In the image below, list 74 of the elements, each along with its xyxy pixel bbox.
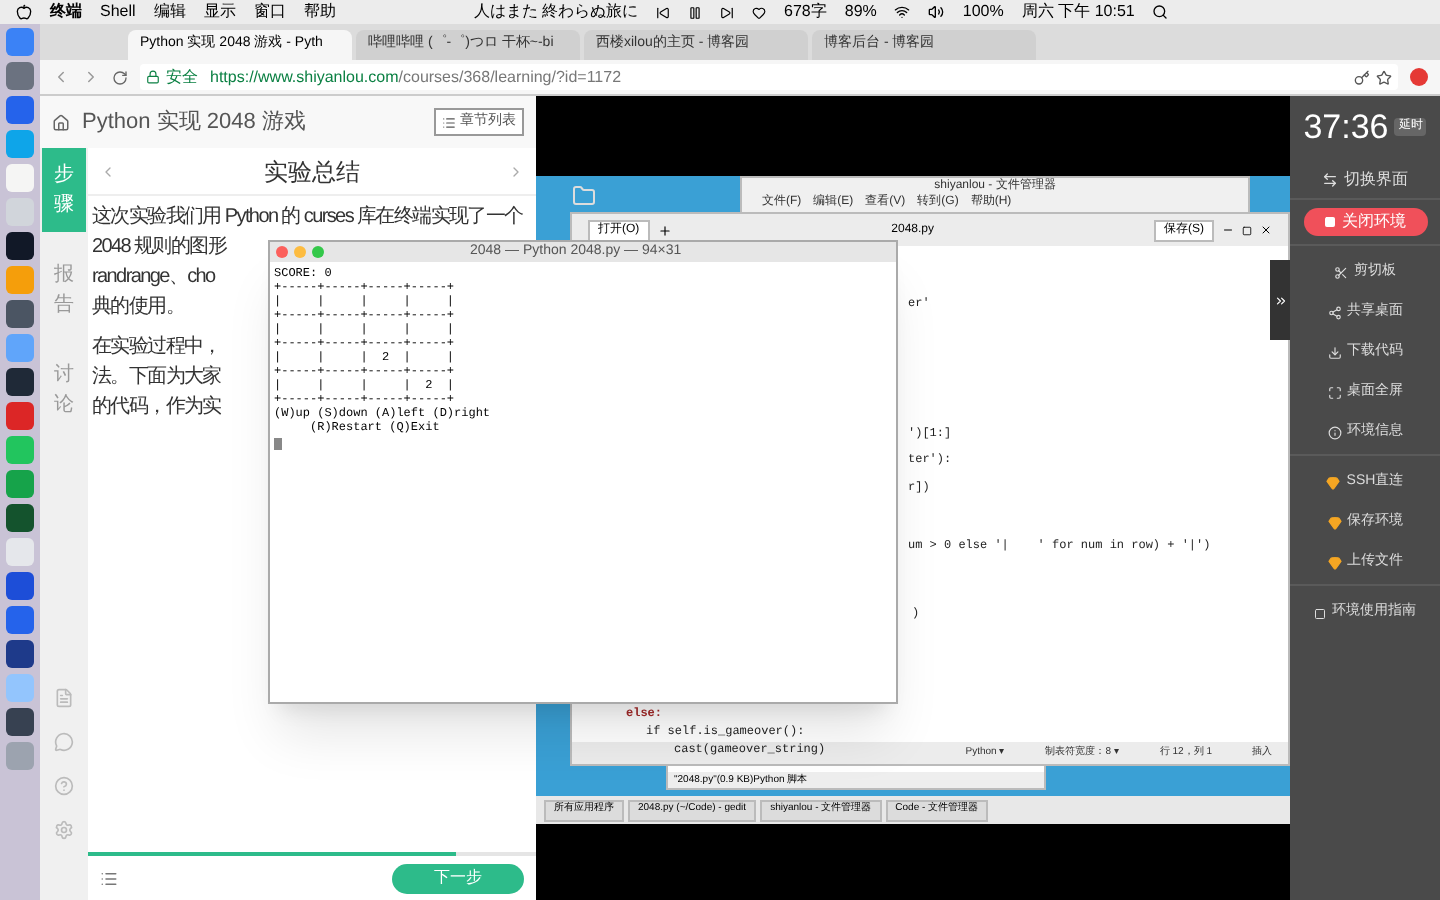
info-icon [1327, 426, 1341, 440]
battery-text: 89% [844, 0, 877, 24]
search-icon[interactable] [1152, 4, 1169, 20]
scissors-icon [1334, 266, 1348, 280]
chevron-icon [1273, 293, 1287, 307]
app-icon[interactable] [6, 368, 34, 396]
secure-label: 安全 [166, 65, 198, 89]
share-icon [1327, 306, 1341, 320]
paragraph-line: 这次实验我们用 Python 的 curses 库在终端实现了一个 [92, 203, 523, 232]
next-icon[interactable] [720, 5, 735, 19]
document-icon[interactable] [54, 688, 74, 708]
menu-item[interactable]: Shell [100, 0, 136, 24]
folder-icon[interactable] [572, 184, 596, 208]
app-icon[interactable] [6, 504, 34, 532]
close-environment-button[interactable]: 关闭环境 [1303, 207, 1427, 235]
paragraph-line: randrange、cho [92, 264, 215, 292]
home-icon[interactable] [52, 113, 70, 131]
back-icon[interactable] [52, 68, 70, 86]
new-tab-icon[interactable] [657, 223, 672, 237]
menu-item[interactable]: 帮助 [303, 0, 336, 24]
help-icon[interactable] [54, 776, 74, 796]
previous-icon[interactable] [656, 5, 671, 19]
app-icon[interactable] [6, 300, 34, 328]
gem-icon [1327, 556, 1341, 570]
battery-percent-text: 100% [962, 0, 1004, 24]
maximize-icon[interactable] [1242, 225, 1252, 235]
app-icon[interactable] [6, 708, 34, 736]
profile-avatar[interactable] [1410, 68, 1428, 86]
chat-icon[interactable] [54, 732, 74, 752]
list-icon [442, 115, 456, 129]
close-icon[interactable] [1260, 224, 1272, 236]
wifi-icon[interactable] [894, 4, 911, 20]
forward-icon[interactable] [82, 68, 100, 86]
square-icon [1314, 607, 1326, 619]
now-playing-text: 人はまた 終わらぬ旅に [473, 0, 639, 24]
address-field[interactable]: 安全 https://www.shiyanlou.com/courses/368/learning/?id=1172 [140, 64, 1398, 90]
menu-item[interactable]: 窗口 [253, 0, 286, 24]
heart-icon[interactable] [752, 5, 767, 19]
download-icon [1327, 346, 1341, 360]
settings-icon[interactable] [54, 820, 74, 840]
next-step-icon[interactable] [508, 163, 524, 179]
paragraph-line: 法。下面为大家 [92, 363, 221, 392]
paragraph-line: 在实验过程中， [92, 333, 221, 362]
menu-item[interactable]: 编辑 [153, 0, 186, 24]
clock-text[interactable]: 周六 下午 10:51 [1021, 0, 1135, 24]
timer-text: 37:36 [1303, 106, 1389, 150]
paragraph-line: 典的使用。 [92, 293, 185, 322]
reload-icon[interactable] [112, 69, 128, 85]
paragraph-line: 2048 规则的图形 [92, 234, 227, 262]
menu-item[interactable]: 终端 [50, 0, 82, 24]
app-icon[interactable] [6, 232, 34, 260]
app-icon[interactable] [6, 640, 34, 668]
switch-view-button[interactable]: 切换界面 [1322, 161, 1408, 197]
cursor-block [274, 438, 282, 450]
minimize-icon[interactable] [1222, 224, 1234, 236]
step-title: 实验总结 [262, 155, 362, 189]
star-icon[interactable] [1376, 69, 1392, 85]
stop-icon [1324, 215, 1336, 227]
url-text: https://www.shiyanlou.com/courses/368/learning/?id=1172 [210, 65, 622, 89]
volume-icon[interactable] [928, 4, 945, 20]
key-icon[interactable] [1354, 69, 1370, 85]
gem-icon [1326, 476, 1341, 490]
word-count-text: 678字 [784, 0, 827, 24]
gem-icon [1327, 516, 1341, 530]
menu-item[interactable]: 显示 [203, 0, 236, 24]
lock-icon [146, 70, 160, 84]
apple-icon[interactable] [16, 4, 32, 20]
previous-step-icon[interactable] [100, 163, 116, 179]
course-title: Python 实现 2048 游戏 [82, 107, 306, 138]
arrows-icon [1322, 171, 1338, 187]
paragraph-line: 的代码，作为实 [92, 393, 221, 422]
list-icon[interactable] [100, 869, 118, 887]
fullscreen-icon [1327, 386, 1341, 400]
pause-icon[interactable] [688, 5, 703, 19]
